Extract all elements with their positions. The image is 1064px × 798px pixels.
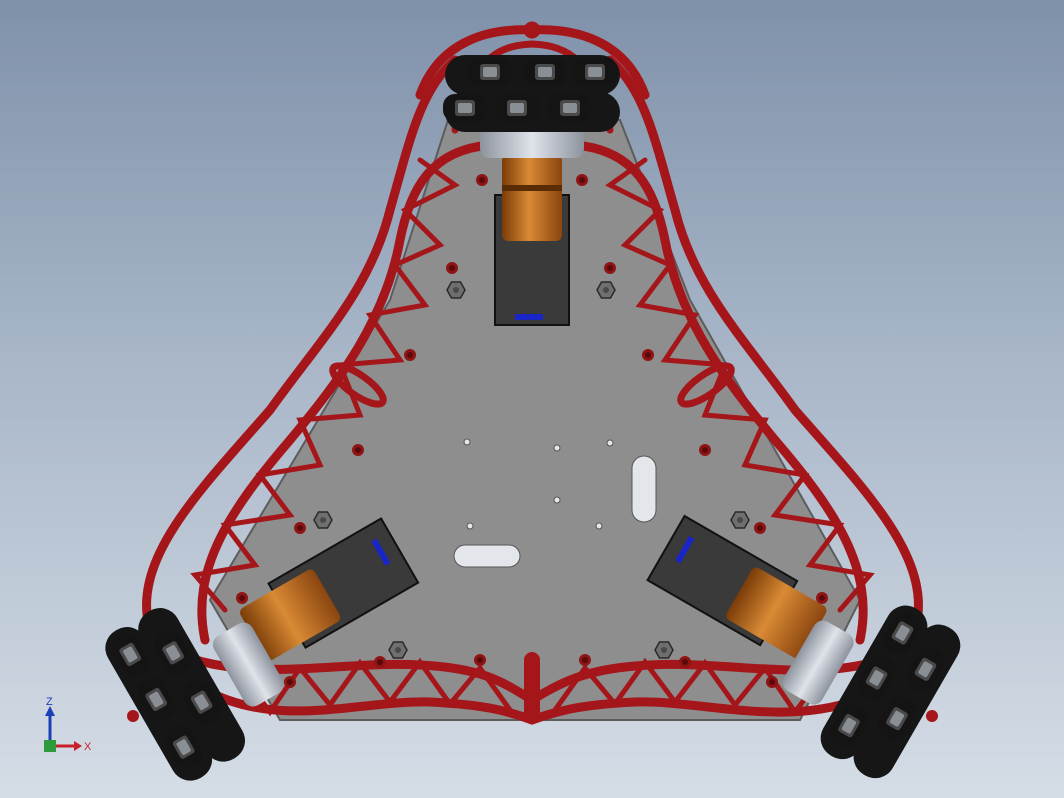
plate-slot	[453, 544, 521, 568]
frame-end-cap	[926, 710, 938, 722]
board-marker	[515, 314, 543, 320]
motor-can	[502, 155, 562, 241]
frame-center-joint	[524, 652, 540, 722]
frame-end-cap	[127, 710, 139, 722]
omni-wheel-top	[443, 55, 620, 132]
z-axis-label: Z	[46, 696, 53, 708]
omni-robot-chassis-model[interactable]: Z X	[0, 0, 1064, 798]
cad-viewport[interactable]: Z X	[0, 0, 1064, 798]
plate-slot	[631, 455, 657, 523]
y-axis-marker	[44, 740, 56, 752]
motor-module-top	[480, 118, 584, 326]
x-axis-label: X	[84, 741, 92, 753]
coordinate-triad: Z X	[44, 696, 92, 753]
